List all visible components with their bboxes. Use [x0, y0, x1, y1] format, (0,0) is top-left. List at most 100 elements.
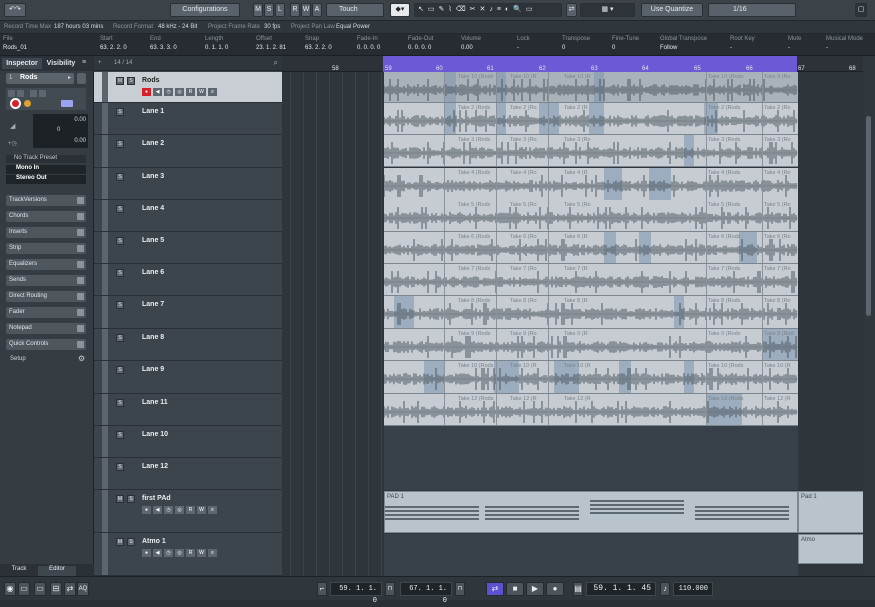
input-routing-select[interactable]: Mono In — [6, 165, 86, 174]
edit-channel-icon[interactable] — [77, 73, 86, 84]
section-inserts[interactable]: Inserts — [6, 227, 86, 238]
time-display-icon[interactable]: ▤ — [573, 582, 583, 596]
event-info-value[interactable]: Rods_01 — [3, 45, 27, 51]
track-name[interactable]: Lane 12 — [142, 463, 168, 470]
solo-button[interactable]: S — [116, 301, 124, 309]
setup-gear-icon[interactable]: ⚙ — [78, 354, 85, 363]
track-control-button[interactable]: R — [186, 506, 195, 514]
vertical-scrollbar[interactable] — [863, 56, 875, 576]
event-info-value[interactable]: 0. 0. 0. 0 — [357, 45, 380, 51]
section-strip[interactable]: Strip — [6, 243, 86, 254]
section-direct-routing[interactable]: Direct Routing — [6, 291, 86, 302]
write-automation-button[interactable] — [39, 90, 46, 97]
track-control-button[interactable]: ◷ — [164, 88, 173, 96]
empty-lane[interactable] — [384, 534, 798, 576]
event-info-value[interactable]: - — [826, 45, 828, 51]
ruler[interactable]: 58 59 60 61 62 63 64 65 66 67 68 — [282, 56, 865, 72]
track-control-button[interactable]: ≡ — [208, 549, 217, 557]
section-equalizers[interactable]: Equalizers — [6, 259, 86, 270]
view-icon[interactable]: ▭ — [34, 582, 46, 596]
solo-button[interactable]: S — [116, 108, 124, 116]
automation-a-button[interactable]: A — [312, 3, 322, 17]
stop-button[interactable]: ■ — [506, 582, 524, 596]
track-row[interactable]: S Lane 3 — [94, 168, 282, 200]
track-control-button[interactable]: ● — [142, 88, 151, 96]
track-control-button[interactable]: ◷ — [164, 506, 173, 514]
take-lane[interactable]: Take 3 (Rods Take 3 (Ro Take 3 (Ro Take 3 (… — [384, 135, 798, 167]
punch-icon[interactable]: ▭ — [18, 582, 30, 596]
track-name[interactable]: Lane 3 — [142, 173, 164, 180]
position-display[interactable]: 59. 1. 1. 45 — [586, 582, 656, 596]
zoom-icon[interactable]: ⊟ — [50, 582, 62, 596]
track-control-button[interactable]: ◎ — [175, 506, 184, 514]
solo-button[interactable]: S — [116, 399, 124, 407]
take-lane[interactable]: Take 12 (Rods Take 12 (R Take 12 (R Take 12… — [384, 394, 798, 426]
solo-button[interactable] — [17, 90, 24, 97]
track-control-button[interactable]: R — [186, 549, 195, 557]
track-control-button[interactable]: ◀ — [153, 88, 162, 96]
play-button[interactable]: ▶ — [526, 582, 544, 596]
left-locator-set-button[interactable]: ⊓ — [385, 582, 395, 596]
track-color-strip[interactable] — [102, 168, 108, 199]
snap-icon[interactable]: ⇄ — [566, 3, 577, 17]
track-row[interactable]: S M ● ◀ ◷ ◎ R W ≡ first PAd — [94, 490, 282, 533]
solo-button[interactable]: S — [116, 269, 124, 277]
track-name-field[interactable]: 1 Rods ▸ — [6, 73, 74, 84]
tab-editor[interactable]: Editor — [38, 566, 76, 576]
empty-lane[interactable] — [384, 426, 798, 458]
listen-mode-button[interactable]: L — [275, 3, 285, 17]
track-name[interactable]: Lane 6 — [142, 269, 164, 276]
mute-button[interactable]: M — [116, 538, 124, 546]
solo-button[interactable]: S — [116, 237, 124, 245]
left-locator-icon[interactable]: ⌐ — [317, 582, 327, 596]
snap-toggle-icon[interactable]: ◆▾ — [390, 3, 410, 17]
section-chords[interactable]: Chords — [6, 211, 86, 222]
track-name[interactable]: Lane 10 — [142, 431, 168, 438]
track-row[interactable]: S Lane 5 — [94, 232, 282, 264]
section-fader[interactable]: Fader — [6, 307, 86, 318]
track-name[interactable]: Rods — [142, 77, 160, 84]
right-locator-field[interactable]: 67. 1. 1. 0 — [400, 582, 452, 605]
event-info-value[interactable]: 23. 1. 2. 81 — [256, 45, 286, 51]
track-controls[interactable]: ● ◀ ◷ ◎ R W ≡ — [142, 88, 232, 96]
event-info-value[interactable]: Follow — [660, 45, 677, 51]
track-control-button[interactable]: ◀ — [153, 506, 162, 514]
undo-redo-button[interactable]: ↶↷ — [4, 3, 26, 17]
tempo-field[interactable]: 110.000 — [673, 582, 713, 596]
section-quick-controls[interactable]: Quick Controls — [6, 339, 86, 350]
track-row[interactable]: S M ● ◀ ◷ ◎ R W ≡ Atmo 1 — [94, 533, 282, 576]
track-color-strip[interactable] — [102, 296, 108, 328]
event-info-value[interactable]: 0.00 — [461, 45, 473, 51]
solo-button[interactable]: S — [116, 173, 124, 181]
track-color-strip[interactable] — [102, 426, 108, 457]
track-name[interactable]: first PAd — [142, 495, 171, 502]
solo-button[interactable]: S — [116, 205, 124, 213]
event-info-value[interactable]: 63. 2. 2. 0 — [305, 45, 332, 51]
track-control-button[interactable]: ◎ — [175, 88, 184, 96]
search-icon[interactable]: ⌕ — [274, 58, 278, 68]
event-info-value[interactable]: - — [517, 45, 519, 51]
track-name[interactable]: Lane 11 — [142, 399, 168, 406]
volume-pan-panel[interactable]: 0.00 0 0.00 — [33, 114, 88, 148]
tab-visibility[interactable]: Visibility — [42, 58, 80, 69]
track-color-strip[interactable] — [102, 394, 108, 425]
take-lane[interactable]: Take 10 (Rods Take 10 (R Take 10 (R Take 10… — [384, 361, 798, 394]
track-control-button[interactable]: ● — [142, 549, 151, 557]
mute-button[interactable] — [8, 90, 15, 97]
auto-quantize-button[interactable]: AQ — [77, 582, 89, 596]
track-controls[interactable]: ● ◀ ◷ ◎ R W ≡ — [142, 549, 232, 557]
cycle-range[interactable] — [383, 56, 797, 72]
solo-button[interactable]: S — [127, 77, 135, 85]
track-color-strip[interactable] — [102, 490, 108, 532]
solo-mode-button[interactable]: S — [264, 3, 274, 17]
track-name[interactable]: Lane 2 — [142, 140, 164, 147]
track-color-strip[interactable] — [102, 135, 108, 167]
track-control-button[interactable]: ≡ — [208, 88, 217, 96]
midi-part-pad1-b[interactable]: Pad 1 — [798, 491, 865, 533]
quantize-value-select[interactable]: 1/16 — [708, 3, 796, 17]
take-lane[interactable]: Take 5 (Rods Take 5 (Ro Take 5 (Ro Take 5 (… — [384, 200, 798, 232]
track-color-strip[interactable] — [102, 103, 108, 134]
midi-part-atmo[interactable]: Atmo — [798, 534, 865, 564]
event-info-value[interactable]: 0 — [612, 45, 615, 51]
right-locator-set-button[interactable]: ⊓ — [455, 582, 465, 596]
